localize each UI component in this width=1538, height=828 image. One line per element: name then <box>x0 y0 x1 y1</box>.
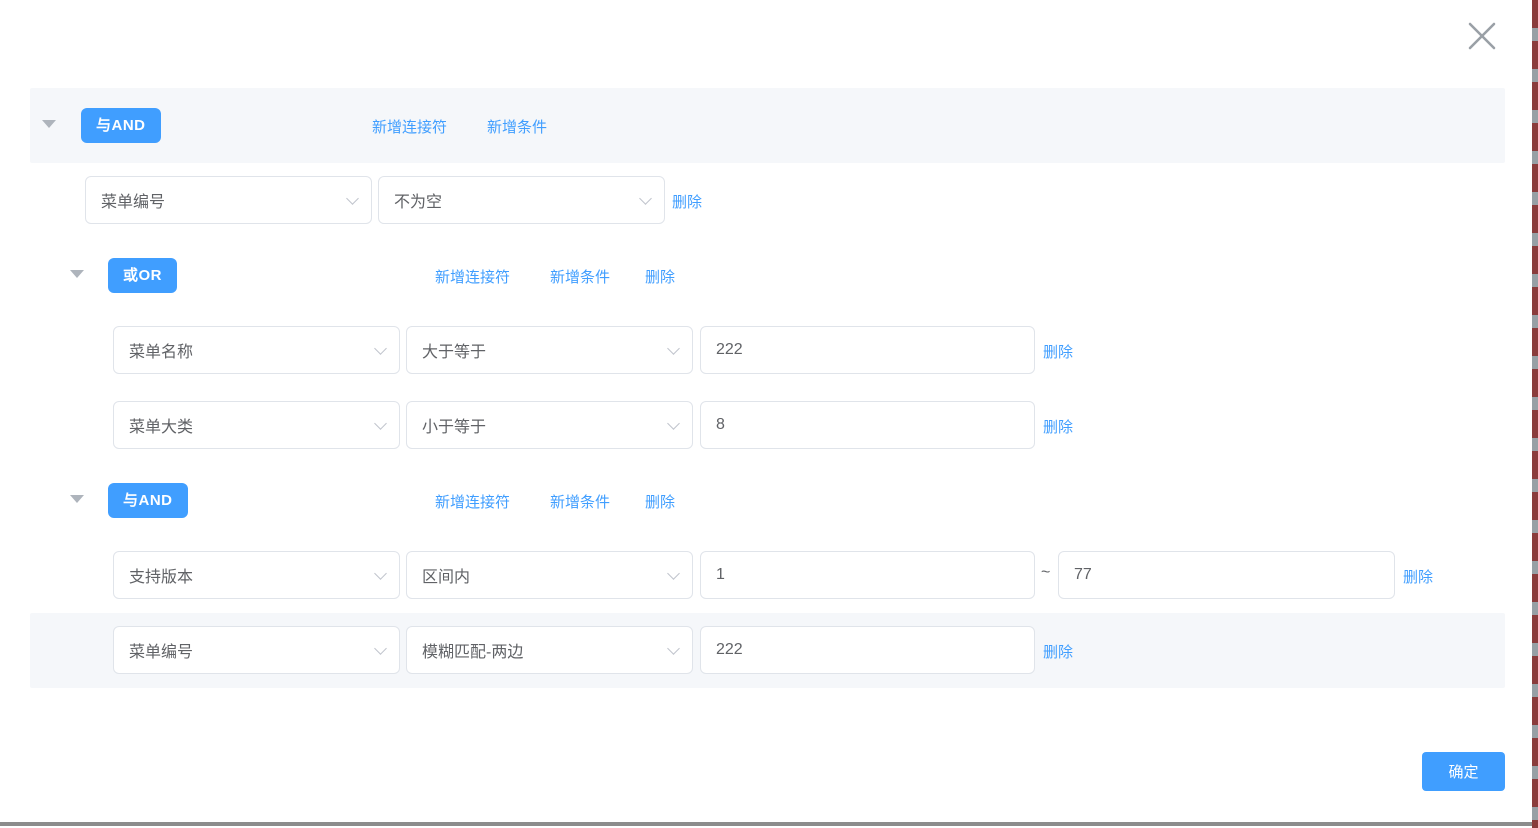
field-select-value: 菜单大类 <box>129 413 193 437</box>
operator-select[interactable]: 小于等于 <box>406 401 693 449</box>
chevron-down-icon <box>667 567 680 580</box>
operator-select-value: 模糊匹配-两边 <box>422 638 523 662</box>
condition-row: 菜单编号 模糊匹配-两边 删除 <box>0 613 1538 688</box>
field-select-value: 菜单编号 <box>101 188 165 212</box>
condition-row: 菜单名称 大于等于 删除 <box>0 313 1538 388</box>
chevron-down-icon <box>374 417 387 430</box>
delete-condition-link[interactable]: 删除 <box>1043 416 1073 437</box>
window-right-scrollbar <box>1532 0 1538 828</box>
value-input[interactable] <box>716 341 1019 359</box>
collapse-caret-icon[interactable] <box>42 120 56 128</box>
value-input-wrap <box>700 626 1035 674</box>
add-connector-link[interactable]: 新增连接符 <box>435 266 510 287</box>
field-select-value: 菜单名称 <box>129 338 193 362</box>
chevron-down-icon <box>667 642 680 655</box>
field-select[interactable]: 菜单名称 <box>113 326 400 374</box>
add-condition-link[interactable]: 新增条件 <box>550 266 610 287</box>
range-to-input[interactable] <box>1074 566 1379 584</box>
range-to-input-wrap <box>1058 551 1395 599</box>
range-separator: ~ <box>1041 564 1050 582</box>
condition-row: 菜单大类 小于等于 删除 <box>0 388 1538 463</box>
condition-row: 菜单编号 不为空 删除 <box>0 163 1538 238</box>
chevron-down-icon <box>374 567 387 580</box>
operator-select-value: 大于等于 <box>422 338 486 362</box>
delete-group-link[interactable]: 删除 <box>645 266 675 287</box>
field-select[interactable]: 菜单大类 <box>113 401 400 449</box>
delete-condition-link[interactable]: 删除 <box>1043 341 1073 362</box>
range-from-input-wrap <box>700 551 1035 599</box>
connector-badge-or[interactable]: 或OR <box>108 258 177 293</box>
value-input-wrap <box>700 326 1035 374</box>
value-input[interactable] <box>716 641 1019 659</box>
delete-group-link[interactable]: 删除 <box>645 491 675 512</box>
connector-badge-and[interactable]: 与AND <box>108 483 188 518</box>
chevron-down-icon <box>374 642 387 655</box>
window-bottom-border <box>0 822 1532 826</box>
close-icon[interactable] <box>1464 18 1500 54</box>
field-select-value: 菜单编号 <box>129 638 193 662</box>
value-input[interactable] <box>716 416 1019 434</box>
condition-tree: 与AND 新增连接符 新增条件 菜单编号 不为空 删除 或OR 新增连接符 新增… <box>0 88 1538 688</box>
group-header-root-and: 与AND 新增连接符 新增条件 <box>0 88 1538 163</box>
operator-select-value: 区间内 <box>422 563 470 587</box>
confirm-button[interactable]: 确定 <box>1422 752 1505 791</box>
value-input-wrap <box>700 401 1035 449</box>
field-select[interactable]: 菜单编号 <box>113 626 400 674</box>
add-connector-link[interactable]: 新增连接符 <box>435 491 510 512</box>
group-header-highlight <box>30 88 1505 163</box>
add-connector-link[interactable]: 新增连接符 <box>372 116 447 137</box>
operator-select[interactable]: 不为空 <box>378 176 665 224</box>
collapse-caret-icon[interactable] <box>70 270 84 278</box>
condition-row-range: 支持版本 区间内 ~ 删除 <box>0 538 1538 613</box>
operator-select[interactable]: 区间内 <box>406 551 693 599</box>
condition-builder-dialog: 与AND 新增连接符 新增条件 菜单编号 不为空 删除 或OR 新增连接符 新增… <box>0 0 1538 828</box>
range-from-input[interactable] <box>716 566 1019 584</box>
field-select[interactable]: 支持版本 <box>113 551 400 599</box>
chevron-down-icon <box>346 192 359 205</box>
chevron-down-icon <box>667 342 680 355</box>
chevron-down-icon <box>667 417 680 430</box>
group-header-and: 与AND 新增连接符 新增条件 删除 <box>0 463 1538 538</box>
delete-condition-link[interactable]: 删除 <box>1043 641 1073 662</box>
collapse-caret-icon[interactable] <box>70 495 84 503</box>
field-select[interactable]: 菜单编号 <box>85 176 372 224</box>
field-select-value: 支持版本 <box>129 563 193 587</box>
add-condition-link[interactable]: 新增条件 <box>487 116 547 137</box>
operator-select-value: 不为空 <box>394 188 442 212</box>
operator-select-value: 小于等于 <box>422 413 486 437</box>
delete-condition-link[interactable]: 删除 <box>1403 566 1433 587</box>
delete-condition-link[interactable]: 删除 <box>672 191 702 212</box>
chevron-down-icon <box>374 342 387 355</box>
operator-select[interactable]: 模糊匹配-两边 <box>406 626 693 674</box>
add-condition-link[interactable]: 新增条件 <box>550 491 610 512</box>
group-header-or: 或OR 新增连接符 新增条件 删除 <box>0 238 1538 313</box>
operator-select[interactable]: 大于等于 <box>406 326 693 374</box>
chevron-down-icon <box>639 192 652 205</box>
connector-badge-and[interactable]: 与AND <box>81 108 161 143</box>
